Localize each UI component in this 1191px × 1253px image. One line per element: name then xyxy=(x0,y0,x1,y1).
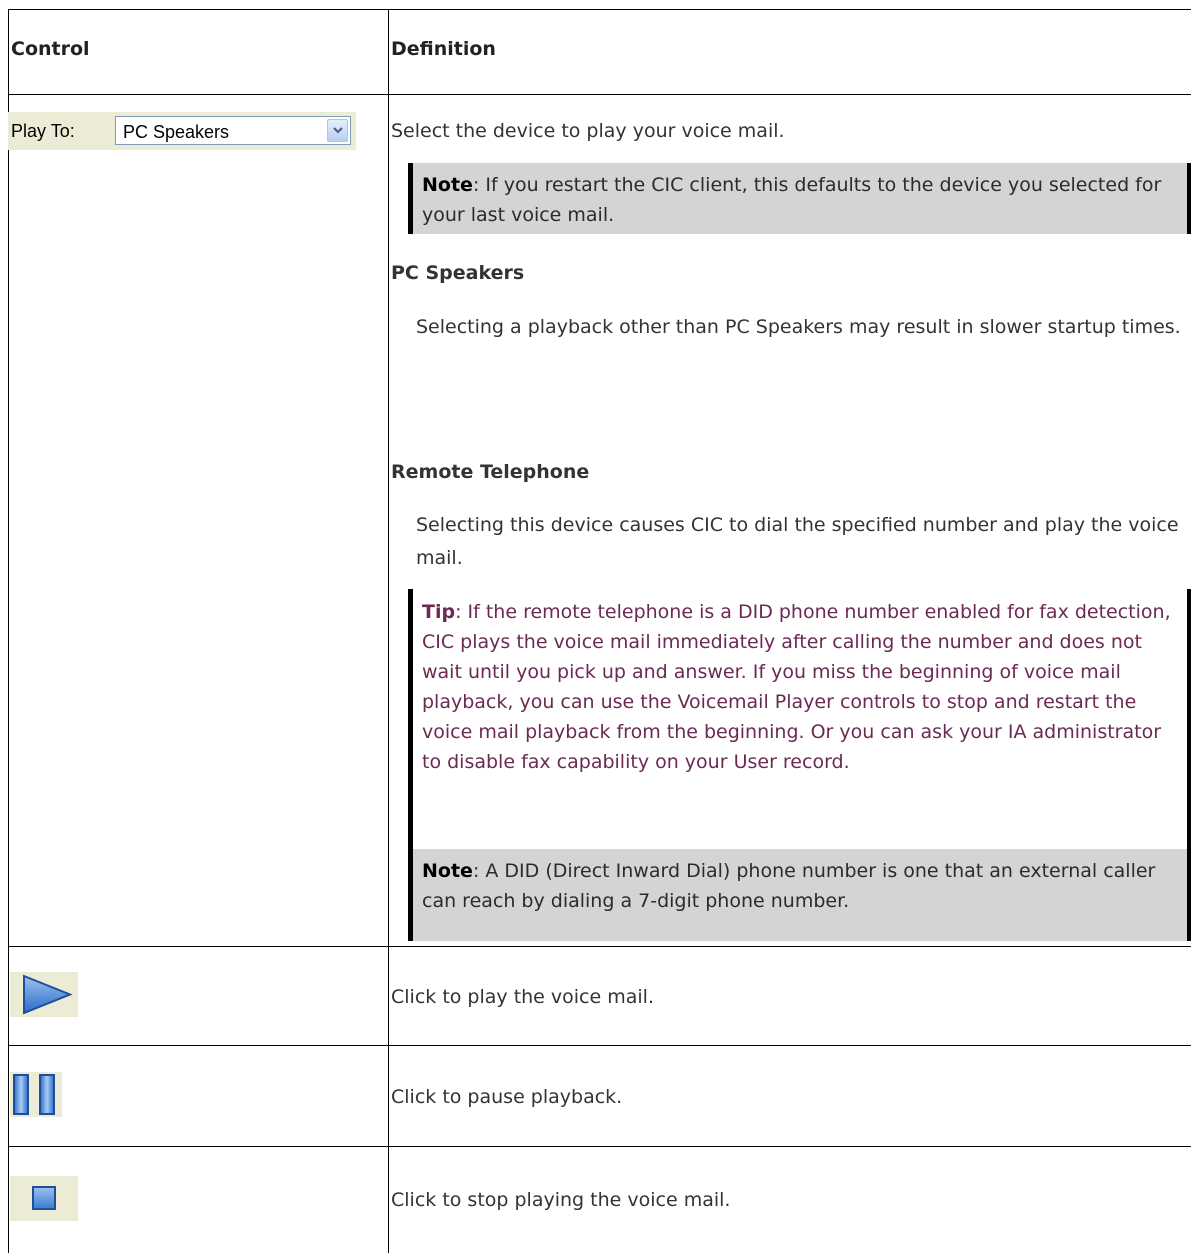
stop-icon xyxy=(32,1186,56,1210)
play-to-control: Play To: PC Speakers xyxy=(8,112,356,150)
note-callout: Note: If you restart the CIC client, thi… xyxy=(408,163,1191,234)
row-divider xyxy=(8,1146,1191,1147)
callout-border xyxy=(1187,849,1191,941)
note-text: : If you restart the CIC client, this de… xyxy=(422,174,1162,226)
table-border-top xyxy=(8,9,1191,10)
pc-speakers-text: Selecting a playback other than PC Speak… xyxy=(416,316,1181,338)
header-divider xyxy=(8,94,1191,95)
stop-button[interactable] xyxy=(10,1176,78,1221)
play-to-dropdown[interactable]: PC Speakers xyxy=(115,116,351,145)
callout-border xyxy=(1187,589,1191,849)
pause-button[interactable] xyxy=(10,1072,62,1117)
row-divider xyxy=(8,1045,1191,1046)
note-label: Note xyxy=(422,174,473,196)
tip-callout: Tip: If the remote telephone is a DID ph… xyxy=(408,589,1191,849)
tip-label: Tip xyxy=(422,601,456,623)
callout-border xyxy=(1187,163,1191,234)
definition-column-header: Definition xyxy=(391,38,496,60)
pc-speakers-heading: PC Speakers xyxy=(391,262,525,284)
chevron-down-icon[interactable] xyxy=(327,119,348,142)
play-icon xyxy=(23,974,73,1015)
play-to-label: Play To: xyxy=(11,121,75,141)
note-label: Note xyxy=(422,860,473,882)
play-to-description: Select the device to play your voice mai… xyxy=(391,120,785,142)
row-divider xyxy=(8,946,1191,947)
stop-description: Click to stop playing the voice mail. xyxy=(391,1189,731,1211)
note-text: : A DID (Direct Inward Dial) phone numbe… xyxy=(422,860,1156,912)
note-callout: Note: A DID (Direct Inward Dial) phone n… xyxy=(408,849,1191,941)
remote-telephone-text: Selecting this device causes CIC to dial… xyxy=(416,514,1179,569)
column-divider xyxy=(388,9,389,1253)
play-description: Click to play the voice mail. xyxy=(391,986,654,1008)
pause-icon xyxy=(13,1074,55,1115)
play-button[interactable] xyxy=(10,972,78,1017)
remote-telephone-heading: Remote Telephone xyxy=(391,461,590,483)
tip-text: : If the remote telephone is a DID phone… xyxy=(422,601,1171,773)
pause-description: Click to pause playback. xyxy=(391,1086,623,1108)
play-to-selected-value: PC Speakers xyxy=(123,122,230,142)
control-column-header: Control xyxy=(11,38,90,60)
